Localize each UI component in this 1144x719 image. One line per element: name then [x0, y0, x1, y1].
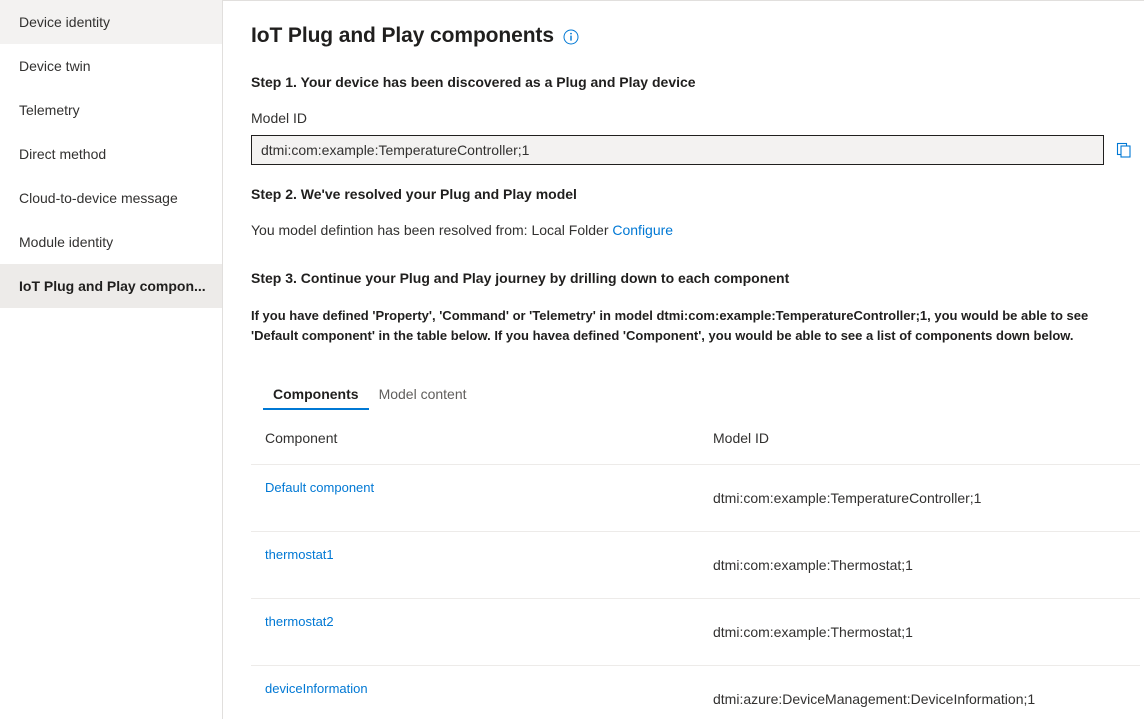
model-id-row	[251, 135, 1144, 166]
components-table-head: Component Model ID	[251, 430, 1140, 466]
table-row: deviceInformation dtmi:azure:DeviceManage…	[251, 665, 1140, 719]
copy-icon[interactable]	[1114, 140, 1134, 160]
model-resolution-status: You model defintion has been resolved fr…	[251, 222, 1144, 238]
components-table-body: Default component dtmi:com:example:Temper…	[251, 464, 1140, 719]
step2-heading: Step 2. We've resolved your Plug and Pla…	[251, 186, 577, 203]
table-header-row: Component Model ID	[251, 430, 1140, 466]
table-row: thermostat2 dtmi:com:example:Thermostat;1	[251, 598, 1140, 667]
page-title-row: IoT Plug and Play components	[251, 23, 1144, 48]
sidebar-item-module-identity[interactable]: Module identity	[0, 220, 222, 264]
cell-component: thermostat2	[251, 598, 699, 667]
step3-heading: Step 3. Continue your Plug and Play jour…	[251, 270, 790, 287]
step3-description: If you have defined 'Property', 'Command…	[251, 308, 1089, 344]
cell-model-id: dtmi:com:example:Thermostat;1	[699, 531, 1140, 600]
cell-component: Default component	[251, 464, 699, 533]
configure-link[interactable]: Configure	[612, 222, 673, 238]
component-link[interactable]: thermostat2	[265, 614, 334, 629]
app-root: Device identity Device twin Telemetry Direc…	[0, 0, 1144, 719]
tab-bar: Components Model content	[263, 372, 1144, 411]
column-header-model-id: Model ID	[699, 430, 1140, 466]
cell-component: deviceInformation	[251, 665, 699, 719]
info-icon[interactable]	[563, 29, 579, 45]
component-link[interactable]: thermostat1	[265, 547, 334, 562]
column-header-component: Component	[251, 430, 699, 466]
component-link[interactable]: Default component	[265, 480, 374, 495]
sidebar-item-device-identity[interactable]: Device identity	[0, 0, 222, 44]
model-id-label: Model ID	[251, 110, 308, 127]
sidebar-item-cloud-to-device-message[interactable]: Cloud-to-device message	[0, 176, 222, 220]
cell-model-id: dtmi:com:example:TemperatureController;1	[699, 464, 1140, 533]
table-row: Default component dtmi:com:example:Temper…	[251, 464, 1140, 533]
cell-component: thermostat1	[251, 531, 699, 600]
sidebar-item-device-twin[interactable]: Device twin	[0, 44, 222, 88]
cell-model-id: dtmi:com:example:Thermostat;1	[699, 598, 1140, 667]
component-link[interactable]: deviceInformation	[265, 681, 368, 696]
tab-model-content[interactable]: Model content	[369, 387, 477, 410]
table-row: thermostat1 dtmi:com:example:Thermostat;1	[251, 531, 1140, 600]
cell-model-id: dtmi:azure:DeviceManagement:DeviceInform…	[699, 665, 1140, 719]
sidebar-nav-list: Device identity Device twin Telemetry Direc…	[0, 0, 222, 308]
model-resolution-text: You model defintion has been resolved fr…	[251, 222, 609, 239]
model-id-input[interactable]	[251, 135, 1104, 166]
components-table: Component Model ID Default component dtmi…	[251, 430, 1140, 719]
sidebar-item-iot-plug-and-play-compon[interactable]: IoT Plug and Play compon...	[0, 264, 222, 308]
tab-components[interactable]: Components	[263, 387, 369, 411]
step1-heading: Step 1. Your device has been discovered …	[251, 74, 696, 91]
page-title: IoT Plug and Play components	[251, 24, 554, 47]
sidebar-item-direct-method[interactable]: Direct method	[0, 132, 222, 176]
sidebar-item-telemetry[interactable]: Telemetry	[0, 88, 222, 132]
sidebar: Device identity Device twin Telemetry Direc…	[0, 0, 223, 719]
main-content: IoT Plug and Play components Step 1. You…	[223, 0, 1144, 719]
